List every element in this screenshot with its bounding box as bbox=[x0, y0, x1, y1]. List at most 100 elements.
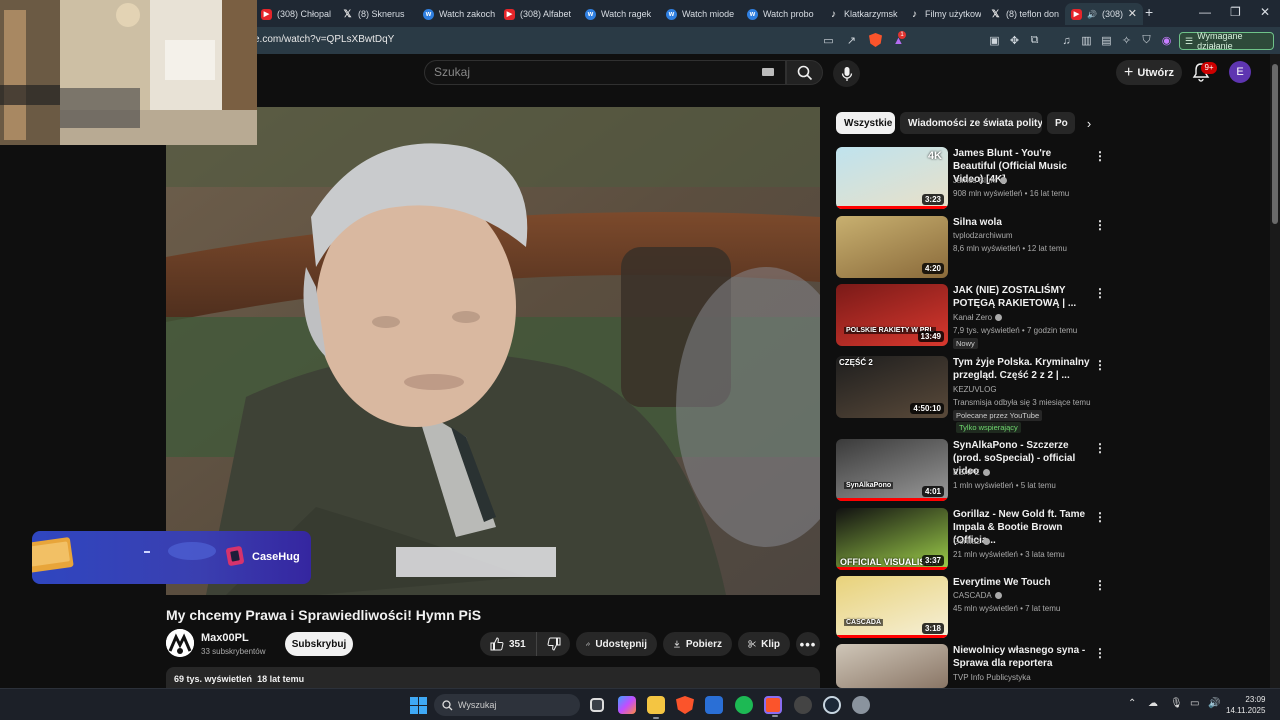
media-icon[interactable]: ♫ bbox=[1060, 34, 1073, 47]
share-page-icon[interactable]: ↗ bbox=[845, 34, 858, 47]
video-player[interactable] bbox=[166, 107, 820, 595]
brave-shield-icon[interactable] bbox=[869, 33, 882, 47]
volume-icon[interactable]: 🔊 bbox=[1208, 698, 1220, 709]
recommendation-item[interactable]: OFFICIAL VISUALISER 3:37 Gorillaz - New Go… bbox=[836, 508, 1106, 574]
recommendation-title[interactable]: Silna wola bbox=[953, 216, 1093, 229]
browser-tab[interactable]: ♪ Klatkarzymsk bbox=[822, 3, 900, 25]
microphone-tray-icon[interactable]: 🎙 bbox=[1170, 698, 1183, 709]
keyboard-icon[interactable] bbox=[762, 68, 774, 76]
tab-close-icon[interactable]: ✕ bbox=[1128, 7, 1137, 20]
browser-tab[interactable]: ▶ 🔊 (308) ✕ bbox=[1065, 3, 1143, 25]
voice-search-button[interactable] bbox=[833, 60, 860, 87]
new-tab-button[interactable]: + bbox=[1145, 4, 1153, 20]
recommendation-channel[interactable]: Gorillaz bbox=[953, 537, 980, 546]
more-options-icon[interactable]: ⋮ bbox=[1094, 149, 1106, 163]
store-icon[interactable] bbox=[705, 696, 723, 714]
recommendation-channel[interactable]: James Blunt bbox=[953, 176, 997, 185]
more-options-icon[interactable]: ⋮ bbox=[1094, 510, 1106, 524]
video-thumbnail[interactable]: CASCADA 3:18 bbox=[836, 576, 948, 638]
video-thumbnail[interactable]: POLSKIE RAKIETY W PRL 13:49 bbox=[836, 284, 948, 346]
obs-icon[interactable] bbox=[794, 696, 812, 714]
share-button[interactable]: Udostępnij bbox=[576, 632, 657, 656]
settings-gear-icon[interactable] bbox=[852, 696, 870, 714]
more-actions-button[interactable]: ••• bbox=[796, 632, 820, 656]
recommendation-title[interactable]: Niewolnicy własnego syna - Sprawa dla re… bbox=[953, 644, 1093, 670]
scrollbar-thumb[interactable] bbox=[1272, 64, 1278, 224]
video-thumbnail[interactable]: CZĘŚĆ 2 4:50:10 bbox=[836, 356, 948, 418]
tab-audio-icon[interactable]: 🔊 bbox=[1087, 10, 1097, 19]
more-options-icon[interactable]: ⋮ bbox=[1094, 646, 1106, 660]
chip-politics-news[interactable]: Wiadomości ze świata polityki bbox=[900, 112, 1042, 134]
recommendation-item[interactable]: POLSKIE RAKIETY W PRL 13:49 JAK (NIE) ZOST… bbox=[836, 284, 1106, 350]
wallet-icon[interactable]: ▤ bbox=[1100, 34, 1113, 47]
dislike-button[interactable] bbox=[536, 632, 570, 656]
search-input[interactable] bbox=[434, 65, 734, 79]
recommendation-item[interactable]: CZĘŚĆ 2 4:50:10 Tym żyje Polska. Kryminaln… bbox=[836, 356, 1106, 433]
profile-icon[interactable]: ◉ bbox=[1160, 34, 1173, 47]
recommendation-item[interactable]: 4:20 Silna wola tvplodzarchiwum 8,6 mln wyś… bbox=[836, 216, 1106, 282]
more-options-icon[interactable]: ⋮ bbox=[1094, 358, 1106, 372]
spotify-icon[interactable] bbox=[735, 696, 753, 714]
browser-tab[interactable]: 𝕏 (8) Sknerus bbox=[336, 3, 414, 25]
browser-tab[interactable]: w Watch ragek bbox=[579, 3, 657, 25]
required-action-button[interactable]: ☰ Wymagane działanie bbox=[1179, 31, 1274, 51]
more-options-icon[interactable]: ⋮ bbox=[1094, 286, 1106, 300]
subscribe-button[interactable]: Subskrybuj bbox=[285, 632, 353, 656]
create-button[interactable]: + Utwórz bbox=[1116, 60, 1182, 85]
account-avatar[interactable]: E bbox=[1229, 61, 1251, 83]
recommendation-item[interactable]: SynAlkaPono 4:01 SynAlkaPono - Szczerze (p… bbox=[836, 439, 1106, 505]
download-button[interactable]: Pobierz bbox=[663, 632, 732, 656]
close-window-icon[interactable]: ✕ bbox=[1260, 5, 1270, 19]
browser-tab[interactable]: w Watch miode bbox=[660, 3, 738, 25]
video-thumbnail[interactable] bbox=[836, 644, 948, 688]
search-button[interactable] bbox=[786, 60, 823, 85]
windows-start-icon[interactable] bbox=[410, 697, 427, 714]
tray-chevron-up-icon[interactable]: ⌃ bbox=[1128, 698, 1136, 709]
extension-icon[interactable]: ▣ bbox=[988, 34, 1001, 47]
file-explorer-icon[interactable] bbox=[647, 696, 665, 719]
chip-partial[interactable]: Po bbox=[1047, 112, 1075, 134]
display-icon[interactable]: ▭ bbox=[1190, 698, 1199, 709]
taskbar-search[interactable]: Wyszukaj bbox=[434, 694, 580, 716]
video-thumbnail[interactable]: OFFICIAL VISUALISER 3:37 bbox=[836, 508, 948, 570]
recommendation-channel[interactable]: ESAPE bbox=[953, 468, 980, 477]
recommendation-channel[interactable]: KEZUVLOG bbox=[953, 385, 997, 394]
system-clock[interactable]: 23:09 14.11.2025 bbox=[1226, 694, 1265, 716]
more-options-icon[interactable]: ⋮ bbox=[1094, 218, 1106, 232]
browser-tab[interactable]: w Watch probo bbox=[741, 3, 819, 25]
onedrive-icon[interactable]: ☁ bbox=[1148, 698, 1158, 709]
brave-active-icon[interactable] bbox=[764, 696, 782, 717]
minimize-icon[interactable]: — bbox=[1199, 5, 1211, 19]
recommendation-channel[interactable]: Kanał Zero bbox=[953, 313, 992, 322]
recommendation-title[interactable]: Tym żyje Polska. Kryminalny przegląd. Cz… bbox=[953, 356, 1093, 382]
chip-all[interactable]: Wszystkie bbox=[836, 112, 895, 134]
video-thumbnail[interactable]: 4:20 bbox=[836, 216, 948, 278]
more-options-icon[interactable]: ⋮ bbox=[1094, 578, 1106, 592]
recommendation-title[interactable]: Everytime We Touch bbox=[953, 576, 1093, 589]
brave-browser-icon[interactable] bbox=[676, 696, 694, 714]
page-scrollbar[interactable] bbox=[1270, 54, 1280, 688]
leo-ai-icon[interactable]: ✧ bbox=[1120, 34, 1133, 47]
reading-list-icon[interactable]: ▥ bbox=[1080, 34, 1093, 47]
screenshot-icon[interactable]: ⧉ bbox=[1028, 34, 1041, 47]
clip-button[interactable]: Klip bbox=[738, 632, 790, 656]
more-options-icon[interactable]: ⋮ bbox=[1094, 441, 1106, 455]
browser-tab[interactable]: ▶ (308) Chłopal bbox=[255, 3, 333, 25]
copilot-icon[interactable] bbox=[618, 696, 636, 714]
recommendation-title[interactable]: JAK (NIE) ZOSTALIŚMY POTĘGĄ RAKIETOWĄ | … bbox=[953, 284, 1093, 310]
recommendation-channel[interactable]: tvplodzarchiwum bbox=[953, 231, 1013, 240]
url-field[interactable]: e.com/watch?v=QPLsXBwtDqY bbox=[254, 34, 394, 45]
channel-avatar[interactable] bbox=[166, 629, 194, 657]
recommendation-item[interactable]: 4K 3:23 James Blunt - You're Beautiful (Of… bbox=[836, 147, 1106, 213]
video-thumbnail[interactable]: SynAlkaPono 4:01 bbox=[836, 439, 948, 501]
browser-tab[interactable]: ♪ Filmy użytkow bbox=[903, 3, 981, 25]
chips-next-chevron-icon[interactable]: › bbox=[1078, 112, 1100, 134]
cast-icon[interactable]: ▭ bbox=[822, 34, 835, 47]
extensions-puzzle-icon[interactable]: ✥ bbox=[1008, 34, 1021, 47]
browser-tab[interactable]: 𝕏 (8) teflon don bbox=[984, 3, 1062, 25]
browser-tab[interactable]: w Watch zakoch bbox=[417, 3, 495, 25]
channel-name[interactable]: Max00PL bbox=[201, 632, 249, 644]
like-button[interactable]: 351 bbox=[480, 632, 536, 656]
video-thumbnail[interactable]: 4K 3:23 bbox=[836, 147, 948, 209]
recommendation-channel[interactable]: CASCADA bbox=[953, 591, 992, 600]
